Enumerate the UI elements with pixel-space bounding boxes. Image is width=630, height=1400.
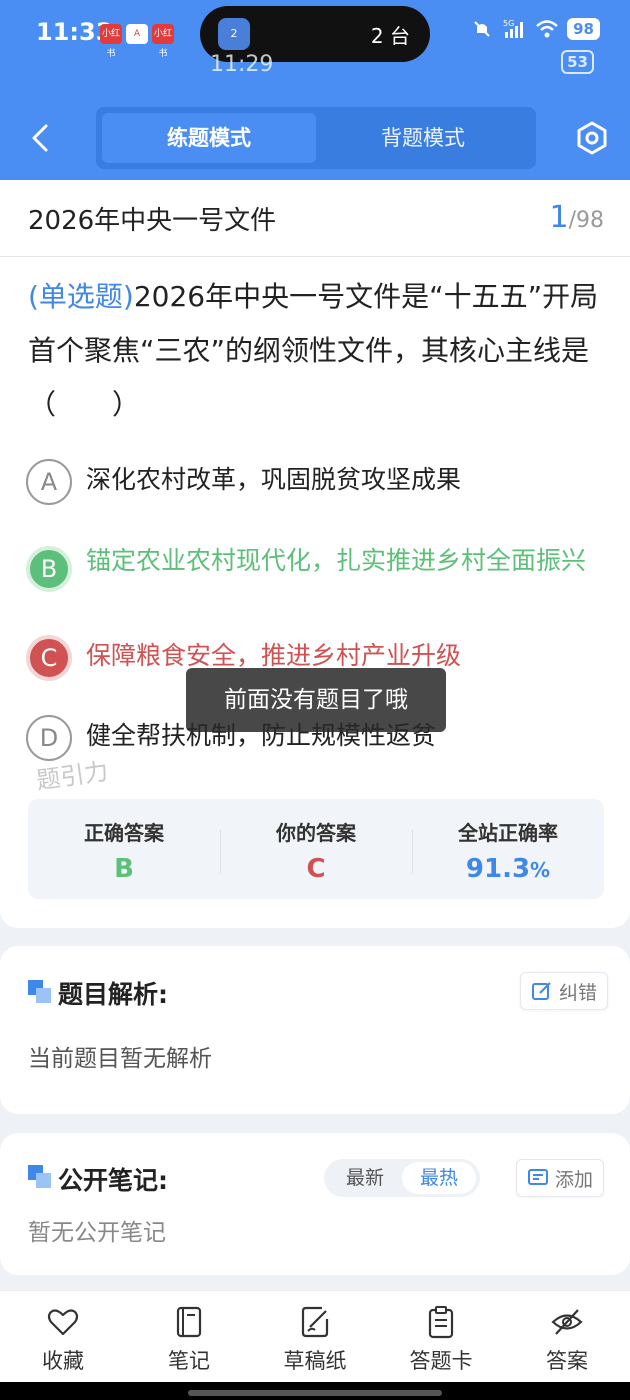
analysis-body: 当前题目暂无解析 — [28, 1046, 212, 1072]
option-letter: C — [26, 635, 72, 681]
answer-stats: 正确答案 B 你的答案 C 全站正确率 91.3% — [28, 799, 604, 899]
section-icon — [28, 1165, 52, 1189]
status-icons: 5G 98 — [471, 18, 600, 40]
add-note-button[interactable]: 添加 — [516, 1159, 605, 1197]
accuracy-number: 91.3 — [465, 854, 531, 884]
toast-message: 前面没有题目了哦 — [186, 668, 446, 732]
hexagon-settings-icon — [577, 121, 607, 155]
accuracy-unit: % — [530, 858, 551, 882]
app-notification-icon: 小红书 — [152, 24, 174, 59]
option-letter: B — [26, 546, 72, 592]
edit-icon — [532, 982, 551, 1000]
stat-label: 正确答案 — [84, 821, 164, 845]
nav-answer[interactable]: 答案 — [504, 1291, 630, 1382]
document-title: 2026年中央一号文件 — [28, 206, 277, 236]
nav-label: 草稿纸 — [283, 1349, 347, 1373]
option-text: 保障粮食安全，推进乡村产业升级 — [86, 641, 462, 670]
mute-icon — [471, 18, 493, 40]
nav-label: 答题卡 — [409, 1349, 473, 1373]
total-count: /98 — [568, 208, 604, 233]
battery-indicator: 98 — [567, 18, 600, 40]
analysis-title: 题目解析: — [58, 980, 168, 1009]
back-button[interactable] — [26, 118, 56, 158]
signal-icon: 5G — [503, 18, 525, 40]
tab-practice-mode[interactable]: 练题模式 — [102, 113, 316, 163]
settings-button[interactable] — [574, 120, 610, 156]
status-bar: 11:33 小红书 A 小红书 2 2 台 11:29 5G 98 53 — [0, 0, 630, 77]
question-text-block: (单选题)2026年中央一号文件是“十五五”开局首个聚焦“三农”的纲领性文件，其… — [28, 270, 608, 432]
question-counter[interactable]: 1/98 — [550, 200, 605, 235]
ghost-time: 11:29 — [210, 52, 274, 77]
divider — [0, 256, 630, 257]
notes-card — [0, 1133, 630, 1275]
chevron-left-icon — [32, 124, 48, 152]
island-text: 2 台 — [370, 24, 410, 48]
option-text: 锚定农业农村现代化，扎实推进乡村全面振兴 — [86, 546, 587, 575]
network-type: 5G — [503, 19, 514, 28]
app-notification-icon: 小红书 — [100, 24, 122, 59]
stat-value: C — [306, 854, 326, 884]
broadcast-icon: 2 — [218, 18, 250, 50]
nav-notes[interactable]: 笔记 — [126, 1291, 252, 1382]
option-a[interactable]: A 深化农村改革，巩固脱贫攻坚成果 — [26, 459, 606, 505]
tab-memorize-mode[interactable]: 背题模式 — [316, 113, 530, 163]
nav-answer-sheet[interactable]: 答题卡 — [378, 1291, 504, 1382]
mode-switch: 练题模式 背题模式 — [96, 107, 536, 169]
report-error-button[interactable]: 纠错 — [520, 972, 609, 1010]
nav-label: 收藏 — [42, 1349, 84, 1373]
bottom-nav: 收藏 笔记 草稿纸 答题卡 答案 — [0, 1290, 630, 1382]
current-index: 1 — [549, 200, 569, 235]
option-letter: D — [26, 715, 72, 761]
stat-your-answer: 你的答案 C — [220, 799, 412, 899]
stat-label: 全站正确率 — [458, 821, 558, 845]
stat-value: B — [114, 854, 134, 884]
home-indicator[interactable] — [188, 1390, 442, 1396]
notes-sort-toggle: 最新 最热 — [324, 1159, 480, 1197]
report-error-label: 纠错 — [559, 981, 598, 1004]
ghost-battery: 53 — [561, 50, 594, 74]
option-b[interactable]: B 锚定农业农村现代化，扎实推进乡村全面振兴 — [26, 546, 606, 592]
eye-off-icon — [551, 1309, 583, 1335]
sort-hottest[interactable]: 最热 — [402, 1162, 476, 1194]
notes-body: 暂无公开笔记 — [28, 1220, 166, 1246]
add-note-label: 添加 — [555, 1168, 594, 1191]
stat-value: 91.3% — [412, 854, 604, 884]
stat-correct-answer: 正确答案 B — [28, 799, 220, 899]
question-type-label: (单选题) — [28, 280, 134, 313]
nav-label: 答案 — [546, 1349, 588, 1373]
clipboard-icon — [428, 1306, 454, 1339]
comment-icon — [528, 1169, 548, 1185]
wifi-icon — [535, 18, 558, 40]
stat-label: 你的答案 — [276, 821, 356, 845]
option-letter: A — [26, 459, 72, 505]
option-text: 深化农村改革，巩固脱贫攻坚成果 — [86, 465, 462, 494]
app-notification-icon: A — [126, 24, 148, 44]
nav-favorite[interactable]: 收藏 — [0, 1291, 126, 1382]
stat-accuracy: 全站正确率 91.3% — [412, 799, 604, 899]
draft-icon — [301, 1306, 329, 1338]
notebook-icon — [176, 1306, 202, 1338]
nav-draft[interactable]: 草稿纸 — [252, 1291, 378, 1382]
nav-label: 笔记 — [168, 1349, 210, 1373]
notes-title: 公开笔记: — [58, 1166, 168, 1195]
section-icon — [28, 980, 52, 1004]
sort-newest[interactable]: 最新 — [328, 1162, 402, 1194]
heart-icon — [47, 1309, 79, 1336]
